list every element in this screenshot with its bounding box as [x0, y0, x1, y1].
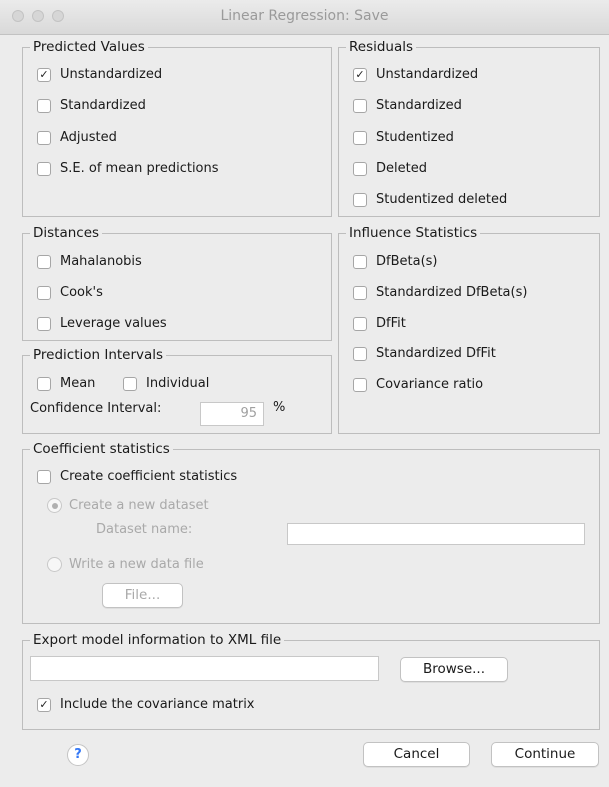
dataset-name-label: Dataset name: [96, 522, 193, 537]
checkbox-label: Standardized [376, 98, 462, 113]
predicted-adjusted-checkbox[interactable]: Adjusted [37, 130, 117, 145]
checkbox-label: Cook's [60, 285, 103, 300]
checkbox-label: Include the covariance matrix [60, 697, 255, 712]
create-coefficient-statistics-checkbox[interactable]: Create coefficient statistics [37, 469, 237, 484]
checkbox-icon[interactable] [37, 161, 51, 176]
checkbox-label: Leverage values [60, 316, 167, 331]
dfbeta-checkbox[interactable]: DfBeta(s) [353, 254, 437, 269]
checkbox-icon[interactable] [37, 316, 51, 331]
checkbox-icon[interactable] [353, 192, 367, 207]
checkbox-label: Studentized deleted [376, 192, 508, 207]
influence-statistics-legend: Influence Statistics [346, 224, 481, 242]
coefficient-statistics-legend: Coefficient statistics [30, 440, 173, 458]
continue-button[interactable]: Continue [491, 742, 599, 767]
checkbox-icon[interactable] [353, 98, 367, 113]
checkbox-icon[interactable]: ✓ [353, 67, 367, 82]
checkbox-label: Deleted [376, 161, 427, 176]
predicted-standardized-checkbox[interactable]: Standardized [37, 98, 146, 113]
radio-label: Create a new dataset [69, 498, 209, 513]
checkbox-icon[interactable] [37, 254, 51, 269]
radio-unselected-icon[interactable] [47, 557, 62, 572]
residuals-unstandardized-checkbox[interactable]: ✓ Unstandardized [353, 67, 478, 82]
checkbox-label: DfBeta(s) [376, 254, 438, 269]
checkbox-icon[interactable] [37, 376, 51, 391]
covariance-ratio-checkbox[interactable]: Covariance ratio [353, 377, 483, 392]
residuals-studentized-checkbox[interactable]: Studentized [353, 130, 454, 145]
window-title: Linear Regression: Save [220, 8, 389, 24]
confidence-interval-input[interactable]: 95 [200, 402, 264, 426]
help-icon[interactable]: ? [67, 744, 89, 766]
predicted-values-legend: Predicted Values [30, 38, 148, 56]
cooks-checkbox[interactable]: Cook's [37, 285, 103, 300]
checkbox-label: Standardized DfFit [376, 346, 496, 361]
checkbox-icon[interactable] [37, 285, 51, 300]
residuals-deleted-checkbox[interactable]: Deleted [353, 161, 427, 176]
standardized-dfbeta-checkbox[interactable]: Standardized DfBeta(s) [353, 285, 527, 300]
checkbox-icon[interactable] [353, 285, 367, 300]
dataset-name-input[interactable] [287, 523, 585, 545]
confidence-interval-label: Confidence Interval: [30, 401, 162, 416]
checkbox-label: Standardized DfBeta(s) [376, 285, 528, 300]
checkbox-icon[interactable]: ✓ [37, 697, 51, 712]
export-xml-legend: Export model information to XML file [30, 631, 285, 649]
distances-legend: Distances [30, 224, 103, 242]
checkbox-label: Individual [146, 376, 210, 391]
radio-label: Write a new data file [69, 557, 204, 572]
checkbox-icon[interactable] [123, 376, 137, 391]
xml-file-path-input[interactable] [30, 656, 379, 681]
checkbox-icon[interactable] [37, 98, 51, 113]
checkbox-label: Mean [60, 376, 96, 391]
radio-selected-icon[interactable] [47, 498, 62, 513]
dffit-checkbox[interactable]: DfFit [353, 316, 406, 331]
checkbox-label: Mahalanobis [60, 254, 142, 269]
percent-label: % [273, 400, 286, 415]
cancel-button[interactable]: Cancel [363, 742, 470, 767]
mahalanobis-checkbox[interactable]: Mahalanobis [37, 254, 142, 269]
checkbox-icon[interactable] [37, 469, 51, 484]
prediction-intervals-legend: Prediction Intervals [30, 346, 167, 364]
checkbox-label: Create coefficient statistics [60, 469, 238, 484]
residuals-legend: Residuals [346, 38, 417, 56]
predicted-se-mean-checkbox[interactable]: S.E. of mean predictions [37, 161, 219, 176]
checkbox-icon[interactable]: ✓ [37, 67, 51, 82]
title-bar: Linear Regression: Save [0, 0, 609, 35]
checkbox-icon[interactable] [353, 161, 367, 176]
mean-interval-checkbox[interactable]: Mean [37, 376, 95, 391]
checkbox-label: Adjusted [60, 130, 117, 145]
checkbox-label: Covariance ratio [376, 377, 484, 392]
predicted-unstandardized-checkbox[interactable]: ✓ Unstandardized [37, 67, 162, 82]
individual-interval-checkbox[interactable]: Individual [123, 376, 209, 391]
checkbox-label: Studentized [376, 130, 454, 145]
standardized-dffit-checkbox[interactable]: Standardized DfFit [353, 346, 496, 361]
checkbox-icon[interactable] [353, 346, 367, 361]
checkbox-icon[interactable] [353, 130, 367, 145]
write-new-data-file-radio[interactable]: Write a new data file [47, 557, 204, 572]
prediction-intervals-group: Prediction Intervals [22, 346, 332, 434]
file-button[interactable]: File... [102, 583, 183, 608]
create-new-dataset-radio[interactable]: Create a new dataset [47, 498, 209, 513]
checkbox-icon[interactable] [37, 130, 51, 145]
residuals-studentized-deleted-checkbox[interactable]: Studentized deleted [353, 192, 507, 207]
include-covariance-matrix-checkbox[interactable]: ✓ Include the covariance matrix [37, 697, 255, 712]
checkbox-icon[interactable] [353, 377, 367, 392]
checkbox-icon[interactable] [353, 254, 367, 269]
checkbox-label: Standardized [60, 98, 146, 113]
checkbox-label: Unstandardized [376, 67, 479, 82]
checkbox-label: Unstandardized [60, 67, 163, 82]
leverage-values-checkbox[interactable]: Leverage values [37, 316, 167, 331]
export-xml-group: Export model information to XML file [22, 631, 600, 730]
checkbox-label: DfFit [376, 316, 406, 331]
browse-button[interactable]: Browse... [400, 657, 508, 682]
residuals-standardized-checkbox[interactable]: Standardized [353, 98, 462, 113]
checkbox-label: S.E. of mean predictions [60, 161, 219, 176]
checkbox-icon[interactable] [353, 316, 367, 331]
